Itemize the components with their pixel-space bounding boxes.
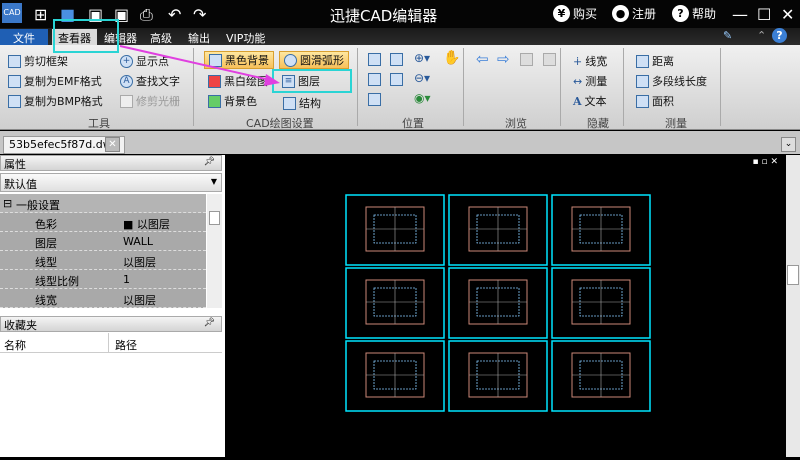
section-label: 一般设置 [16, 199, 60, 212]
tab-list-chevron-icon[interactable]: ⌄ [781, 137, 796, 152]
drawing-canvas[interactable]: ▪ ▫ ✕ [226, 155, 786, 457]
drawing-sheet [448, 340, 548, 412]
value-text: 以图层 [136, 218, 170, 231]
drawing-sheet [551, 194, 651, 266]
drawing-sheet [448, 267, 548, 339]
left-panel: 属性 📌︎ 默认值 ▼ ⊟ 一般设置 色彩 ■ 以图层 图层 WALL 线型 以图层 线型比例 1 线… [0, 155, 225, 457]
value-text: 1 [123, 273, 130, 286]
drawing-sheet [448, 194, 548, 266]
collapse-icon[interactable]: ⊟ [3, 197, 12, 210]
value-text: 以图层 [123, 256, 156, 269]
drawing-sheets [345, 194, 651, 412]
document-tab-strip: 53b5efec5f87d.dwg ✕ ⌄ [0, 131, 800, 154]
property-value: 以图层 [123, 254, 156, 270]
pin-icon[interactable]: 📌︎ [204, 157, 215, 167]
scroll-thumb[interactable] [787, 265, 799, 285]
property-section[interactable]: ⊟ 一般设置 [0, 194, 206, 213]
property-row[interactable]: 线型比例 1 [0, 270, 206, 289]
property-row[interactable]: 线型 以图层 [0, 251, 206, 270]
property-row[interactable]: 线宽 以图层 [0, 289, 206, 308]
property-key: 线宽 [35, 294, 57, 307]
favorites-header: 收藏夹 📌︎ [0, 316, 222, 332]
properties-header: 属性 📌︎ [0, 155, 222, 171]
pin-icon[interactable]: 📌︎ [204, 318, 215, 328]
dropdown-value: 默认值 [4, 178, 37, 191]
value-text: 以图层 [123, 294, 156, 307]
drawing-sheet [345, 194, 445, 266]
properties-title: 属性 [4, 158, 26, 171]
column-path[interactable]: 路径 [115, 337, 137, 353]
property-value: 以图层 [123, 292, 156, 308]
drawing-sheet [345, 267, 445, 339]
property-row[interactable]: 色彩 ■ 以图层 [0, 213, 206, 232]
column-name[interactable]: 名称 [4, 337, 26, 353]
drawing-sheet [345, 340, 445, 412]
favorites-title: 收藏夹 [4, 319, 37, 332]
value-text: WALL [123, 235, 154, 248]
document-tab-label: 53b5efec5f87d.dwg [9, 138, 119, 151]
favorites-columns: 名称 路径 [0, 333, 222, 353]
property-key: 线型比例 [35, 275, 79, 288]
property-key: 色彩 [35, 218, 57, 231]
property-value: 1 [123, 273, 130, 286]
canvas-scrollbar[interactable] [786, 155, 800, 457]
scroll-thumb[interactable] [209, 211, 220, 225]
property-value: WALL [123, 235, 153, 248]
drawing-sheet [551, 267, 651, 339]
canvas-window-controls[interactable]: ▪ ▫ ✕ [753, 157, 778, 167]
chevron-down-icon: ▼ [210, 177, 217, 186]
property-key: 线型 [35, 256, 57, 269]
close-tab-icon[interactable]: ✕ [105, 137, 120, 152]
property-row[interactable]: 图层 WALL [0, 232, 206, 251]
properties-dropdown[interactable]: 默认值 ▼ [0, 173, 222, 192]
property-value: ■ 以图层 [123, 216, 170, 232]
color-swatch: ■ [123, 218, 137, 231]
properties-scrollbar[interactable] [207, 194, 222, 308]
drawing-sheet [551, 340, 651, 412]
property-key: 图层 [35, 237, 57, 250]
